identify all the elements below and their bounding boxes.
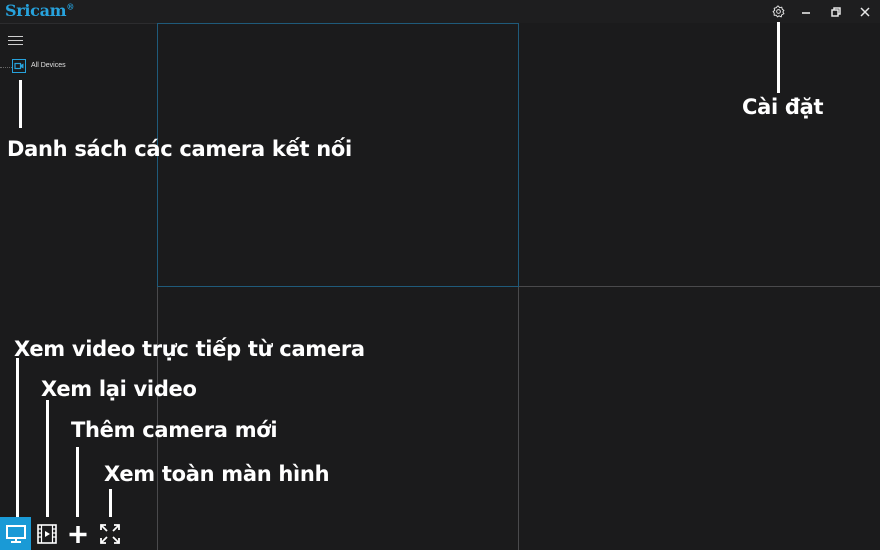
video-cell-2[interactable] (519, 23, 880, 287)
playback-button[interactable] (31, 517, 62, 550)
camera-icon (12, 59, 26, 73)
tree-item-all-devices[interactable]: All Devices (31, 62, 66, 69)
annotation-camera-list: Danh sách các camera kết nối (7, 137, 352, 161)
add-camera-pointer (76, 447, 79, 517)
restore-button[interactable] (823, 0, 849, 23)
playback-pointer (46, 400, 49, 517)
fullscreen-button[interactable] (94, 517, 125, 550)
logo-mark: ® (66, 1, 75, 12)
hamburger-icon[interactable] (8, 36, 23, 48)
settings-button[interactable] (765, 0, 791, 23)
fullscreen-pointer (109, 489, 112, 517)
restore-icon (831, 6, 841, 17)
logo-text: Sricam (5, 1, 67, 20)
gear-icon (772, 5, 784, 18)
camera-list-pointer (19, 80, 22, 128)
video-cell-4[interactable] (519, 287, 880, 550)
add-camera-button[interactable] (62, 517, 93, 550)
live-view-pointer (16, 358, 19, 517)
film-icon (36, 523, 57, 544)
app-logo: Sricam® (5, 1, 74, 20)
fullscreen-icon (99, 523, 120, 544)
close-icon (860, 6, 870, 17)
annotation-add-camera: Thêm camera mới (71, 418, 278, 442)
annotation-live-view: Xem video trực tiếp từ camera (14, 337, 365, 361)
monitor-icon (5, 524, 26, 543)
minimize-icon (802, 11, 810, 14)
close-button[interactable] (852, 0, 878, 23)
annotation-playback: Xem lại video (41, 377, 197, 401)
tree-connector (0, 67, 12, 68)
settings-pointer (777, 22, 780, 93)
live-view-button[interactable] (0, 517, 31, 550)
title-bar: Sricam® (0, 0, 880, 24)
annotation-settings: Cài đặt (742, 95, 824, 119)
minimize-button[interactable] (793, 0, 819, 23)
annotation-fullscreen: Xem toàn màn hình (104, 462, 330, 486)
plus-icon (69, 525, 86, 543)
